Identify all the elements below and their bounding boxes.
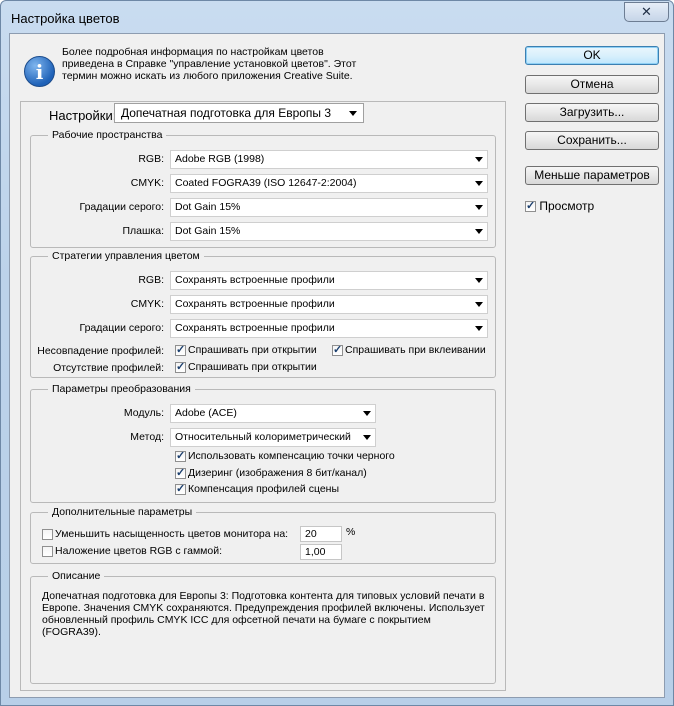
blend-gamma-input[interactable]: 1,00	[300, 544, 342, 560]
advanced-legend: Дополнительные параметры	[48, 506, 197, 518]
ws-rgb-value: Adobe RGB (1998)	[175, 153, 265, 165]
dialog-body: i Более подробная информация по настройк…	[9, 33, 665, 698]
checkbox-icon[interactable]	[175, 482, 186, 495]
engine-value: Adobe (ACE)	[175, 407, 237, 419]
scene-label: Компенсация профилей сцены	[188, 483, 340, 495]
info-line: приведена в Справке "управление установк…	[62, 58, 357, 70]
desaturate-label: Уменьшить насыщенность цветов монитора н…	[55, 528, 289, 540]
settings-label: Настройки:	[46, 108, 120, 123]
dither-checkbox[interactable]: Дизеринг (изображения 8 бит/канал)	[175, 466, 367, 479]
ws-spot-dropdown[interactable]: Dot Gain 15%	[170, 222, 488, 241]
save-button[interactable]: Сохранить...	[525, 131, 659, 150]
pol-cmyk-value: Сохранять встроенные профили	[175, 298, 335, 310]
conversion-legend: Параметры преобразования	[48, 383, 195, 395]
intent-dropdown[interactable]: Относительный колориметрический	[170, 428, 376, 447]
description-legend: Описание	[48, 570, 105, 582]
working-spaces-legend: Рабочие пространства	[48, 129, 167, 141]
settings-dropdown[interactable]: Допечатная подготовка для Европы 3	[114, 103, 364, 123]
chevron-down-icon	[475, 326, 483, 331]
missing-ask-open-label: Спрашивать при открытии	[188, 361, 317, 373]
color-settings-dialog: Настройка цветов ✕ i Более подробная инф…	[0, 0, 674, 706]
ws-rgb-dropdown[interactable]: Adobe RGB (1998)	[170, 150, 488, 169]
load-button[interactable]: Загрузить...	[525, 103, 659, 122]
pol-cmyk-dropdown[interactable]: Сохранять встроенные профили	[170, 295, 488, 314]
description-text: Допечатная подготовка для Европы 3: Подг…	[42, 590, 485, 638]
dither-label: Дизеринг (изображения 8 бит/канал)	[188, 467, 367, 479]
intent-value: Относительный колориметрический	[175, 431, 351, 443]
scene-checkbox[interactable]: Компенсация профилей сцены	[175, 482, 340, 495]
pol-rgb-value: Сохранять встроенные профили	[175, 274, 335, 286]
pol-rgb-label: RGB:	[138, 274, 164, 286]
info-line: термин можно искать из любого приложения…	[62, 70, 353, 82]
checkbox-icon[interactable]	[175, 343, 186, 356]
pol-rgb-dropdown[interactable]: Сохранять встроенные профили	[170, 271, 488, 290]
ws-cmyk-dropdown[interactable]: Coated FOGRA39 (ISO 12647-2:2004)	[170, 174, 488, 193]
chevron-down-icon	[475, 229, 483, 234]
preview-checkbox[interactable]: Просмотр	[525, 199, 594, 213]
chevron-down-icon	[475, 205, 483, 210]
ws-spot-value: Dot Gain 15%	[175, 225, 241, 237]
policies-legend: Стратегии управления цветом	[48, 250, 204, 262]
fewer-options-button[interactable]: Меньше параметров	[525, 166, 659, 185]
ask-open-checkbox[interactable]: Спрашивать при открытии	[175, 343, 317, 356]
cancel-button[interactable]: Отмена	[525, 75, 659, 94]
pol-gray-dropdown[interactable]: Сохранять встроенные профили	[170, 319, 488, 338]
checkbox-icon[interactable]	[175, 466, 186, 479]
desaturate-input[interactable]: 20	[300, 526, 342, 542]
engine-dropdown[interactable]: Adobe (ACE)	[170, 404, 376, 423]
ask-paste-checkbox[interactable]: Спрашивать при вклеивании	[332, 343, 486, 356]
pol-gray-value: Сохранять встроенные профили	[175, 322, 335, 334]
ask-paste-label: Спрашивать при вклеивании	[345, 344, 486, 356]
chevron-down-icon	[363, 435, 371, 440]
checkbox-icon[interactable]	[175, 449, 186, 462]
checkbox-icon[interactable]	[42, 545, 53, 557]
pol-gray-label: Градации серого:	[79, 322, 164, 334]
missing-ask-open-checkbox[interactable]: Спрашивать при открытии	[175, 360, 317, 373]
bpc-label: Использовать компенсацию точки черного	[188, 450, 395, 462]
ask-open-label: Спрашивать при открытии	[188, 344, 317, 356]
engine-label: Модуль:	[123, 407, 164, 419]
ws-gray-value: Dot Gain 15%	[175, 201, 241, 213]
settings-value: Допечатная подготовка для Европы 3	[121, 106, 332, 120]
desaturate-checkbox[interactable]: Уменьшить насыщенность цветов монитора н…	[42, 528, 288, 540]
chevron-down-icon	[363, 411, 371, 416]
blend-gamma-checkbox[interactable]: Наложение цветов RGB с гаммой:	[42, 545, 222, 557]
intent-label: Метод:	[130, 431, 164, 443]
bpc-checkbox[interactable]: Использовать компенсацию точки черного	[175, 449, 395, 462]
ws-gray-label: Градации серого:	[79, 201, 164, 213]
blend-gamma-label: Наложение цветов RGB с гаммой:	[55, 545, 223, 557]
ws-cmyk-label: CMYK:	[130, 177, 164, 189]
ws-rgb-label: RGB:	[138, 153, 164, 165]
preview-check-icon[interactable]	[525, 199, 536, 213]
chevron-down-icon	[349, 111, 357, 116]
preview-label: Просмотр	[539, 199, 595, 213]
close-button[interactable]: ✕	[624, 2, 669, 22]
info-icon: i	[24, 56, 55, 87]
chevron-down-icon	[475, 181, 483, 186]
mismatch-label: Несовпадение профилей:	[37, 345, 164, 357]
chevron-down-icon	[475, 157, 483, 162]
pol-cmyk-label: CMYK:	[130, 298, 164, 310]
checkbox-icon[interactable]	[42, 528, 53, 540]
desaturate-unit: %	[346, 526, 356, 538]
window-title: Настройка цветов	[11, 11, 120, 26]
missing-label: Отсутствие профилей:	[53, 362, 164, 374]
info-text: Более подробная информация по настройкам…	[62, 46, 372, 82]
ws-cmyk-value: Coated FOGRA39 (ISO 12647-2:2004)	[175, 177, 357, 189]
checkbox-icon[interactable]	[175, 360, 186, 373]
info-line: Более подробная информация по настройкам…	[62, 46, 324, 58]
ok-button[interactable]: OK	[525, 46, 659, 65]
chevron-down-icon	[475, 302, 483, 307]
ws-gray-dropdown[interactable]: Dot Gain 15%	[170, 198, 488, 217]
title-bar: Настройка цветов ✕	[1, 1, 673, 31]
ws-spot-label: Плашка:	[122, 225, 164, 237]
chevron-down-icon	[475, 278, 483, 283]
checkbox-icon[interactable]	[332, 343, 343, 356]
